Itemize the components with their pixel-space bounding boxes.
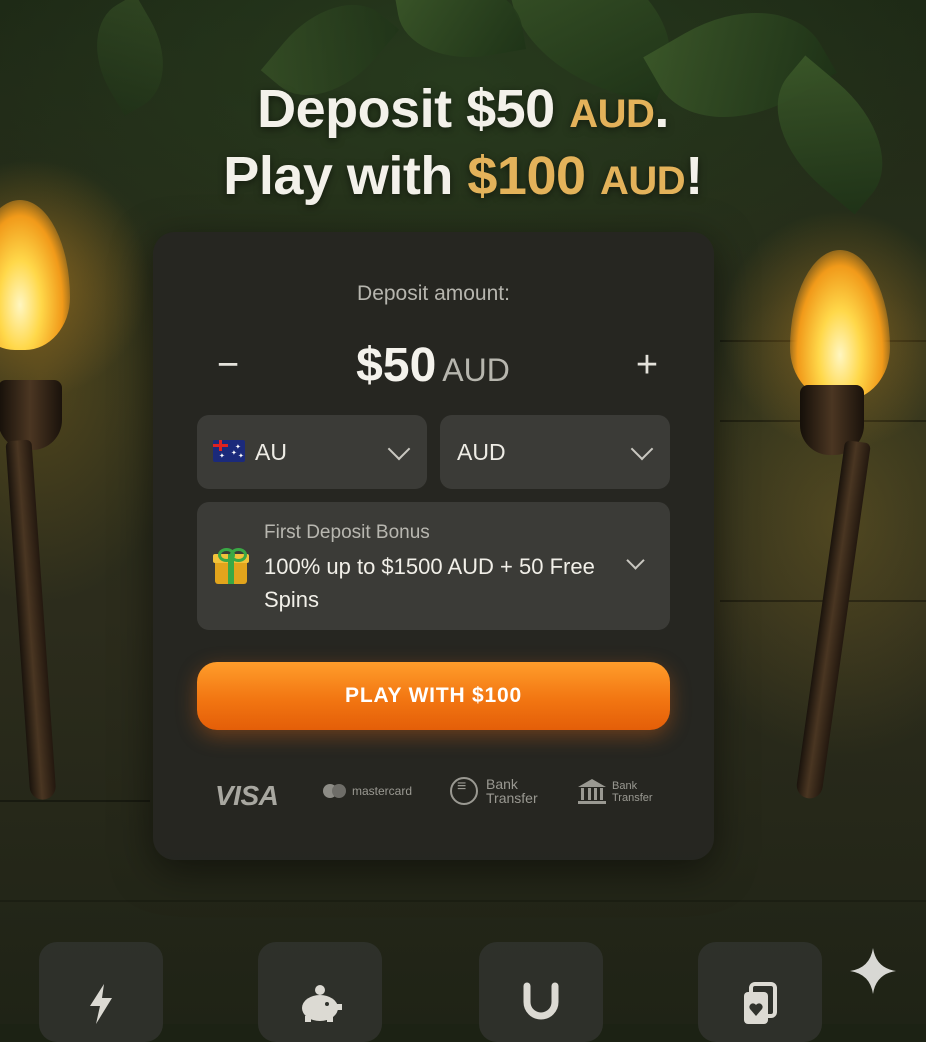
bonus-title: First Deposit Bonus: [264, 522, 430, 543]
currency-select[interactable]: AUD: [440, 415, 670, 489]
lightning-icon: [90, 984, 112, 1024]
payment-methods: VISA mastercard Bank Transfer Bank Trans…: [153, 772, 714, 822]
headline-exclamation: !: [685, 146, 703, 206]
headline-currency-2: AUD: [600, 159, 686, 203]
country-value: AU: [255, 438, 287, 465]
nav-tile-horseshoe[interactable]: [479, 942, 603, 1042]
piggy-bank-icon: [302, 985, 342, 1022]
currency-value: AUD: [457, 438, 506, 465]
headline-amount: $100: [467, 146, 586, 206]
amount-value: $50: [356, 339, 437, 392]
visa-logo: VISA: [215, 780, 279, 811]
chevron-down-icon: [387, 437, 411, 461]
bank-transfer-logo: Bank Transfer: [450, 777, 538, 805]
headline-play-text: Play with: [223, 146, 453, 206]
australia-flag-icon: ✦ ✦ ✦ ✦: [213, 440, 245, 462]
deposit-amount-label: Deposit amount:: [357, 282, 510, 305]
play-button[interactable]: PLAY WITH $100: [197, 662, 670, 730]
headline-line-2: Play with $100 AUD!: [0, 145, 926, 212]
bonus-description: 100% up to $1500 AUD + 50 Free Spins: [264, 554, 595, 612]
headline-period: .: [654, 79, 669, 139]
mastercard-logo: mastercard: [323, 784, 412, 798]
headline-currency-1: AUD: [569, 92, 655, 136]
bank-building-label-1: Bank: [612, 780, 638, 792]
nav-tile-piggy-bank[interactable]: [258, 942, 382, 1042]
nav-tile-cards[interactable]: [698, 942, 822, 1042]
sparkle-icon: [850, 948, 896, 994]
promo-headline: Deposit $50 AUD. Play with $100 AUD!: [0, 78, 926, 212]
chevron-down-icon: [630, 437, 654, 461]
gift-icon: [213, 548, 249, 584]
increase-amount-button[interactable]: +: [622, 340, 672, 390]
cards-icon: [744, 982, 777, 1024]
bank-transfer-icon: [450, 777, 478, 805]
chevron-down-icon: [626, 551, 645, 570]
amount-currency: AUD: [442, 352, 510, 388]
mastercard-circle-icon: [332, 784, 346, 798]
bank-building-logo: Bank Transfer: [578, 779, 653, 805]
headline-deposit-text: Deposit $50: [257, 79, 555, 139]
bank-transfer-label-2: Transfer: [486, 790, 538, 806]
horseshoe-icon: [523, 982, 559, 1020]
bank-building-label-2: Transfer: [612, 792, 653, 804]
amount-stepper: − $50 AUD +: [198, 330, 668, 400]
mastercard-label: mastercard: [352, 784, 413, 798]
bank-building-icon: [578, 779, 606, 805]
deposit-card: Deposit amount: − $50 AUD + ✦ ✦ ✦ ✦ AU AU…: [153, 232, 714, 860]
bonus-select[interactable]: First Deposit Bonus 100% up to $1500 AUD…: [197, 502, 670, 630]
country-select[interactable]: ✦ ✦ ✦ ✦ AU: [197, 415, 427, 489]
headline-line-1: Deposit $50 AUD.: [0, 78, 926, 145]
amount-display: $50 AUD: [198, 338, 668, 393]
nav-tile-lightning[interactable]: [39, 942, 163, 1042]
